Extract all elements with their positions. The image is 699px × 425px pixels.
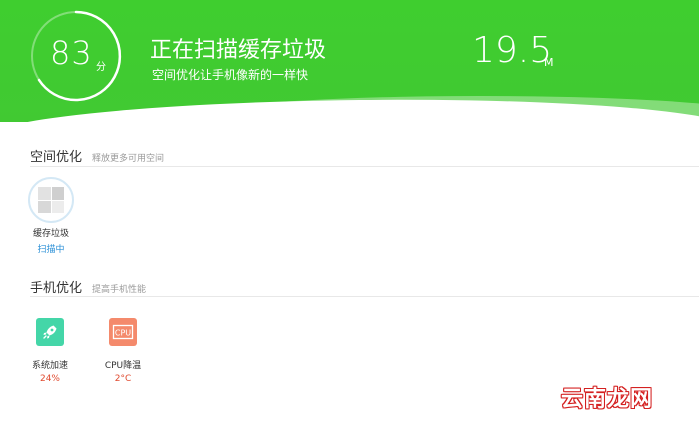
junk-size-value: 19.5 bbox=[472, 30, 553, 71]
tile-label: 缓存垃圾 bbox=[32, 229, 69, 239]
tile-system-boost[interactable]: 系统加速 24% bbox=[20, 310, 80, 384]
junk-size-unit: M bbox=[544, 56, 554, 69]
phone-section-header: 手机优化 提高手机性能 bbox=[30, 277, 146, 297]
tile-label: 系统加速 bbox=[31, 361, 68, 371]
tile-status: 24% bbox=[39, 374, 60, 384]
tile-cpu-cooling[interactable]: CPU CPU降温 2°C bbox=[93, 310, 153, 384]
score-unit: 分 bbox=[96, 62, 106, 73]
svg-text:CPU: CPU bbox=[115, 329, 131, 338]
scan-subtitle: 空间优化让手机像新的一样快 bbox=[152, 68, 309, 82]
cpu-icon: CPU bbox=[109, 318, 137, 346]
space-section-desc: 释放更多可用空间 bbox=[92, 154, 165, 164]
scan-status-title: 正在扫描缓存垃圾 bbox=[150, 38, 327, 63]
cache-icon bbox=[28, 177, 74, 223]
tile-cache-junk[interactable]: 缓存垃圾 扫描中 bbox=[21, 177, 81, 255]
space-section-title: 空间优化 bbox=[30, 150, 83, 165]
scan-header: 83 分 正在扫描缓存垃圾 空间优化让手机像新的一样快 19.5 M bbox=[0, 0, 699, 122]
phone-section-desc: 提高手机性能 bbox=[92, 285, 147, 295]
tile-status: 2°C bbox=[114, 374, 132, 384]
tile-status: 扫描中 bbox=[37, 245, 65, 255]
space-section-header: 空间优化 释放更多可用空间 bbox=[30, 146, 164, 166]
tile-label: CPU降温 bbox=[104, 361, 142, 371]
phone-section-title: 手机优化 bbox=[30, 281, 83, 296]
space-section-divider bbox=[30, 166, 699, 167]
phone-section-divider bbox=[30, 296, 699, 297]
score-value: 83 bbox=[50, 34, 93, 72]
rocket-icon bbox=[36, 318, 64, 346]
site-watermark: 云南龙网 bbox=[561, 387, 654, 412]
